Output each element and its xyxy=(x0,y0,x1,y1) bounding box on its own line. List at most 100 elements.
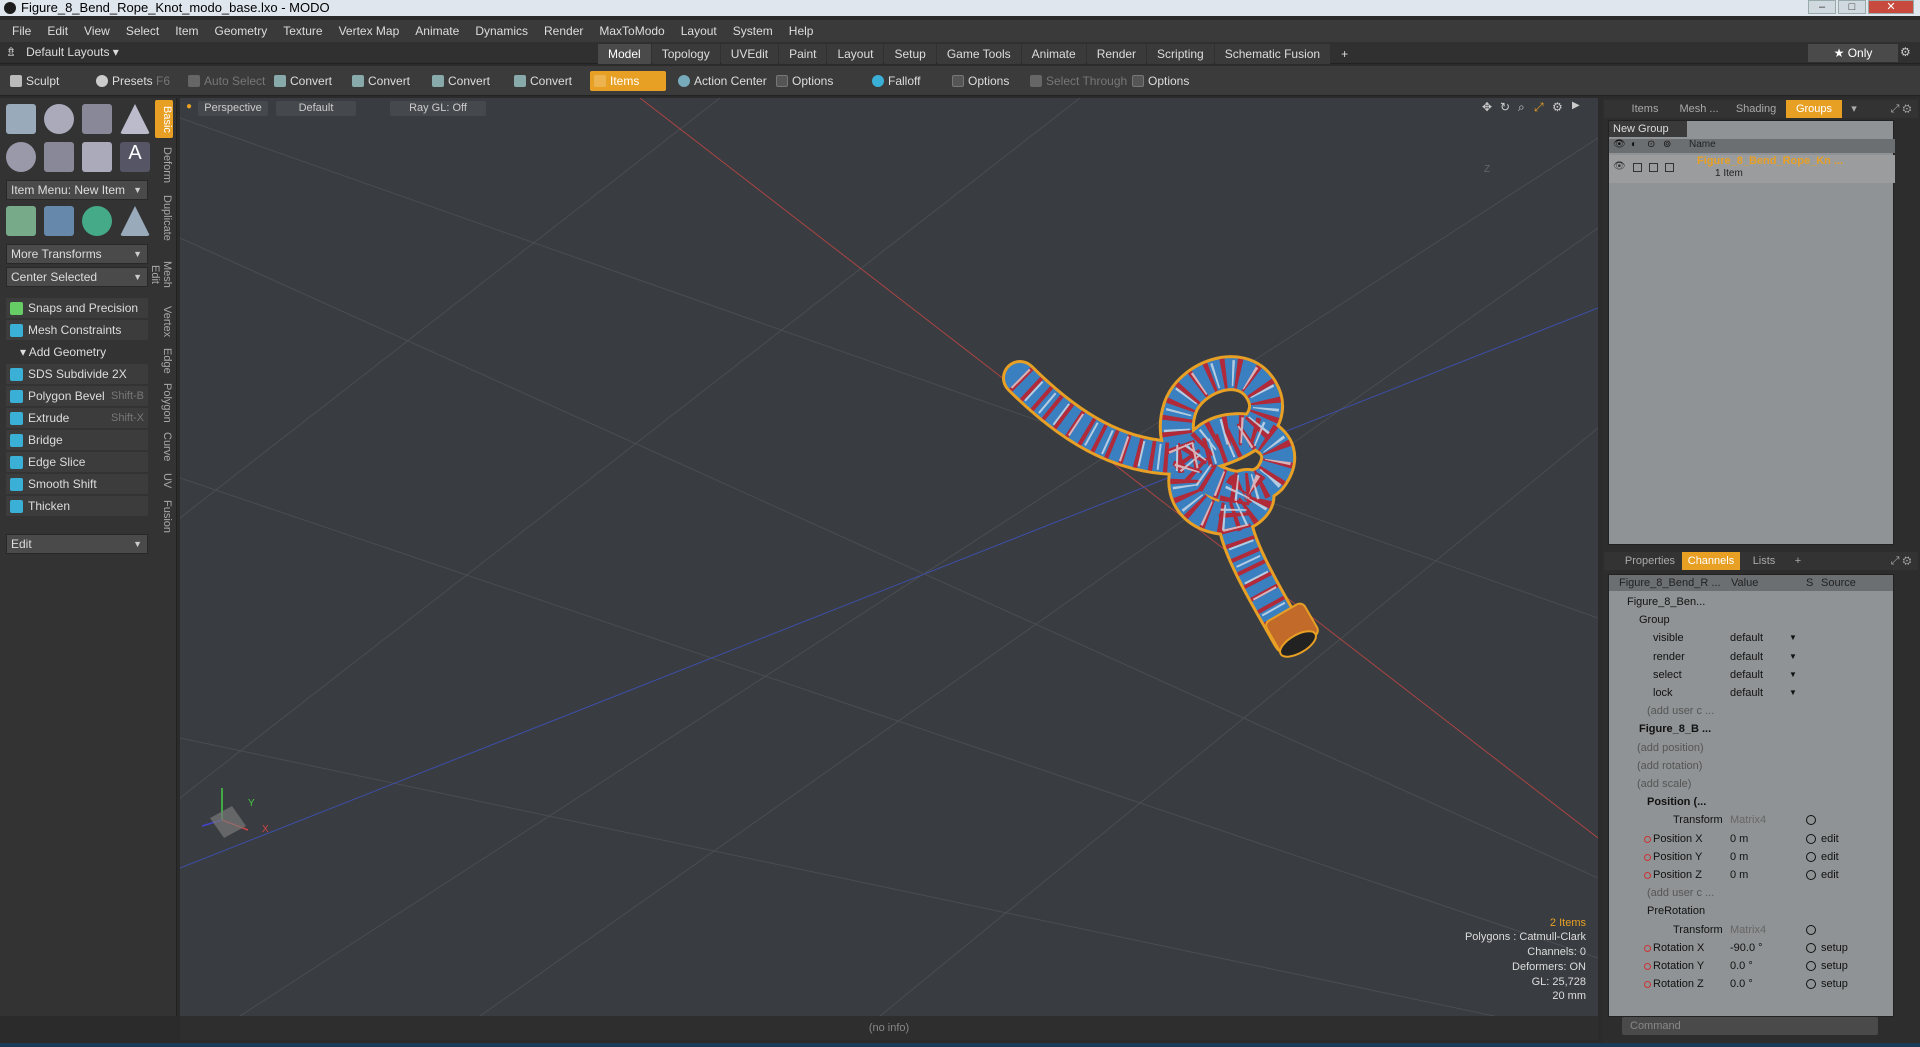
falloff-button[interactable]: Falloff xyxy=(868,71,926,91)
menu-animate[interactable]: Animate xyxy=(407,24,467,38)
convert-edges-button[interactable]: Convert xyxy=(348,71,416,91)
tab-fusion[interactable]: Fusion xyxy=(155,498,173,536)
tab-setup[interactable]: Setup xyxy=(884,44,936,64)
tab-polygon[interactable]: Polygon xyxy=(155,382,173,424)
items-mode-button[interactable]: Items xyxy=(590,71,666,91)
chevron-down-icon[interactable]: ▼ xyxy=(1789,648,1797,666)
channel-value[interactable]: default xyxy=(1730,648,1763,666)
thicken-button[interactable]: Thicken xyxy=(6,496,148,516)
tab-uvedit[interactable]: UVEdit xyxy=(720,44,779,64)
tab-properties[interactable]: Properties xyxy=(1620,552,1680,570)
channel-row[interactable]: visible default ▼ xyxy=(1609,629,1893,647)
bridge-button[interactable]: Bridge xyxy=(6,430,148,450)
tab-layout[interactable]: Layout xyxy=(827,44,884,64)
eye-icon[interactable]: 👁 xyxy=(1613,161,1626,172)
channel-row[interactable]: (add scale) xyxy=(1609,775,1893,793)
state-circle-icon[interactable] xyxy=(1806,851,1816,862)
maximize-icon[interactable]: □ xyxy=(1838,0,1866,14)
panel-expand-icon[interactable]: ⤢ ⚙ xyxy=(1886,552,1916,570)
cube-icon[interactable] xyxy=(6,104,36,134)
channel-row[interactable]: Transform Matrix4 xyxy=(1609,811,1893,829)
state-circle-icon[interactable] xyxy=(1806,924,1816,935)
channel-row[interactable]: select default ▼ xyxy=(1609,666,1893,684)
pan-icon[interactable]: ✥ xyxy=(1482,100,1492,114)
view-type-dropdown[interactable]: Perspective xyxy=(198,101,268,116)
channel-value[interactable]: default xyxy=(1730,666,1763,684)
tab-uv[interactable]: UV xyxy=(155,470,173,492)
tab-schematic-fusion[interactable]: Schematic Fusion xyxy=(1214,44,1331,64)
tab-deform[interactable]: Deform xyxy=(155,144,173,186)
channel-value[interactable]: 0 m xyxy=(1730,830,1748,848)
tab-edge[interactable]: Edge xyxy=(155,346,173,376)
channel-value[interactable]: Matrix4 xyxy=(1730,921,1766,939)
tab-paint[interactable]: Paint xyxy=(779,44,827,64)
tab-topology[interactable]: Topology xyxy=(651,44,720,64)
channel-row[interactable]: (add user c ... xyxy=(1609,884,1893,902)
tab-curve[interactable]: Curve xyxy=(155,430,173,464)
eye-icon[interactable]: 👁 xyxy=(1613,139,1626,150)
select-icon[interactable]: ⊚ xyxy=(1663,139,1671,150)
menu-dynamics[interactable]: Dynamics xyxy=(467,24,536,38)
action-center-options-button[interactable]: Options xyxy=(772,71,839,91)
menu-render[interactable]: Render xyxy=(536,24,591,38)
auto-select-button[interactable]: Auto Select xyxy=(184,71,271,91)
polygon-bevel-button[interactable]: Polygon Bevel Shift-B xyxy=(6,386,148,406)
tab-vertex[interactable]: Vertex xyxy=(155,304,173,340)
menu-vertex-map[interactable]: Vertex Map xyxy=(331,24,408,38)
tab-scripting[interactable]: Scripting xyxy=(1147,44,1214,64)
convert-polygons-button[interactable]: Convert xyxy=(428,71,496,91)
select-options-button[interactable]: Options xyxy=(1128,71,1195,91)
menu-system[interactable]: System xyxy=(725,24,781,38)
channel-row[interactable]: Rotation X -90.0 ° setup xyxy=(1609,939,1893,957)
menu-select[interactable]: Select xyxy=(118,24,167,38)
action-center-button[interactable]: Action Center xyxy=(674,71,773,91)
tab-animate[interactable]: Animate xyxy=(1021,44,1086,64)
sphere-icon[interactable] xyxy=(44,104,74,134)
minimize-icon[interactable]: – xyxy=(1808,0,1836,14)
only-button[interactable]: ★ Only xyxy=(1808,44,1898,62)
channel-value[interactable]: Matrix4 xyxy=(1730,811,1766,829)
cylinder-icon[interactable] xyxy=(82,104,112,134)
channel-value[interactable]: default xyxy=(1730,629,1763,647)
edit-dropdown[interactable]: Edit ▼ xyxy=(6,534,148,554)
menu-texture[interactable]: Texture xyxy=(275,24,330,38)
more-transforms-dropdown[interactable]: More Transforms ▼ xyxy=(6,244,148,264)
gear-icon[interactable]: ⚙ xyxy=(1900,45,1911,59)
extrude-button[interactable]: Extrude Shift-X xyxy=(6,408,148,428)
tab-groups[interactable]: Groups xyxy=(1786,100,1842,118)
viewport-menu-icon[interactable]: ● xyxy=(186,101,192,112)
tab-items[interactable]: Items xyxy=(1620,100,1670,118)
channel-row[interactable]: Position Y 0 m edit xyxy=(1609,848,1893,866)
capsule-icon[interactable] xyxy=(44,142,74,172)
channel-row[interactable]: render default ▼ xyxy=(1609,648,1893,666)
state-circle-icon[interactable] xyxy=(1806,833,1816,844)
tabs-chevron-down-icon[interactable]: ▾ xyxy=(1844,100,1864,118)
channel-row[interactable]: Transform Matrix4 xyxy=(1609,921,1893,939)
edge-slice-button[interactable]: Edge Slice xyxy=(6,452,148,472)
tab-mesh-edit[interactable]: Mesh Edit xyxy=(149,250,173,298)
close-icon[interactable]: ✕ xyxy=(1868,0,1914,14)
viewport-gear-icon[interactable]: ⚙ xyxy=(1552,100,1563,114)
menu-view[interactable]: View xyxy=(76,24,118,38)
item-menu-dropdown[interactable]: Item Menu: New Item ▼ xyxy=(6,180,148,200)
state-circle-icon[interactable] xyxy=(1806,979,1816,990)
channel-value[interactable]: -90.0 ° xyxy=(1730,939,1763,957)
channel-value[interactable]: 0.0 ° xyxy=(1730,957,1753,975)
channel-value[interactable]: 0.0 ° xyxy=(1730,975,1753,993)
render-icon[interactable]: ◐ xyxy=(1631,139,1637,150)
group-row[interactable]: 👁 Figure_8_Bend_Rope_Kn ... 1 Item xyxy=(1609,155,1895,183)
chevron-down-icon[interactable]: ▼ xyxy=(1789,684,1797,702)
channel-value[interactable]: 0 m xyxy=(1730,866,1748,884)
rotate-view-icon[interactable]: ↻ xyxy=(1500,100,1510,114)
tab-duplicate[interactable]: Duplicate xyxy=(155,192,173,244)
tab-basic[interactable]: Basic xyxy=(155,100,173,138)
render-toggle[interactable] xyxy=(1633,163,1642,172)
channel-row[interactable]: Position (... xyxy=(1609,793,1893,811)
3d-viewport[interactable]: Y X Z ● Perspective Default Ray GL: Off … xyxy=(180,98,1598,1016)
tab-channels[interactable]: Channels xyxy=(1682,552,1740,570)
convert-items-button[interactable]: Convert xyxy=(510,71,578,91)
channel-row[interactable]: (add user c ... xyxy=(1609,702,1893,720)
rotate-icon[interactable] xyxy=(82,206,112,236)
transform-icon[interactable] xyxy=(6,206,36,236)
channel-row[interactable]: Position X 0 m edit xyxy=(1609,830,1893,848)
